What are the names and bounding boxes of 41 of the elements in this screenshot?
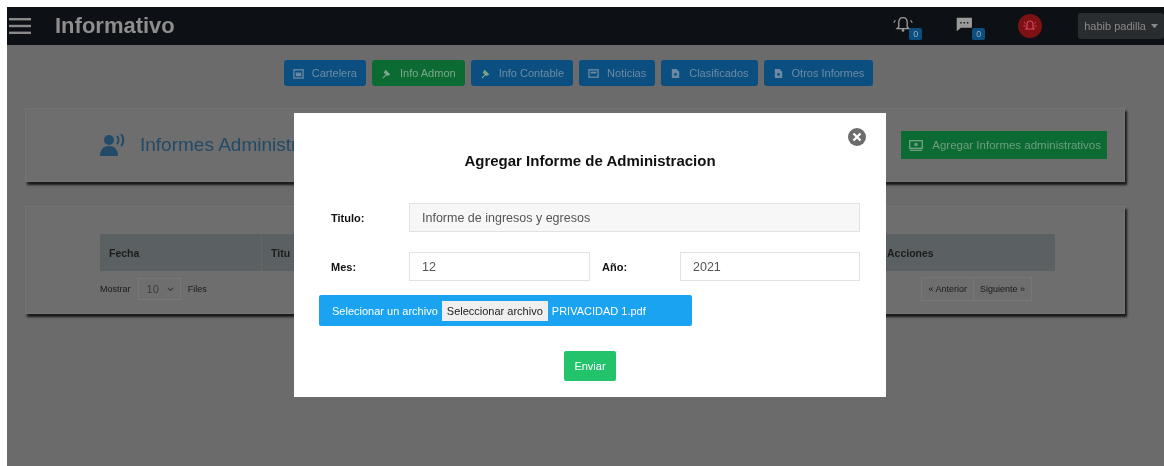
document-icon — [670, 67, 682, 79]
field-label: Titulo: — [331, 211, 366, 224]
input-field[interactable]: Informe de ingresos y egresos — [409, 203, 860, 232]
field-label: Mes: — [331, 260, 358, 273]
notification-badge: 0 — [909, 28, 923, 40]
alarm-button[interactable] — [1018, 14, 1043, 38]
modal-title: Agregar Informe de Administracion — [463, 152, 717, 170]
length-suffix: Files — [187, 284, 207, 294]
choose-file-button[interactable]: Seleccionar archivo — [441, 300, 548, 321]
nav-tab[interactable]: Info Admon — [372, 60, 465, 86]
add-report-button[interactable]: Agregar Informes administrativos — [901, 131, 1107, 159]
caret-icon — [1151, 23, 1158, 29]
input-field[interactable]: 2021 — [680, 252, 860, 281]
speaker-person-icon — [100, 134, 126, 156]
nav-tab[interactable]: Info Contable — [470, 60, 574, 86]
money-icon — [909, 139, 924, 151]
menu-icon[interactable] — [9, 18, 31, 34]
nav-tab[interactable]: Otros Informes — [763, 60, 874, 86]
nav-tab[interactable]: Cartelera — [283, 60, 366, 86]
length-label: Mostrar — [100, 284, 131, 294]
calendar-icon — [292, 67, 304, 79]
pagination-link[interactable]: « Anterior — [922, 278, 973, 300]
input-field[interactable]: 12 — [409, 252, 590, 281]
message-badge: 0 — [972, 28, 986, 40]
nav-tab[interactable]: Noticias — [579, 60, 656, 86]
column-header: Fecha — [100, 234, 262, 271]
column-header: Titu — [270, 245, 292, 261]
user-menu[interactable]: habib padilla — [1078, 13, 1164, 39]
submit-button[interactable]: Enviar — [564, 351, 616, 381]
file-name: PRIVACIDAD 1.pdf — [551, 304, 646, 317]
column-header: Acciones — [886, 245, 935, 261]
field-label: Año: — [601, 260, 629, 273]
nav-tab[interactable]: Clasificados — [661, 60, 758, 86]
page-heading: Informes Administr — [140, 134, 298, 156]
pagination-link[interactable]: Siguiente » — [972, 278, 1031, 300]
newspaper-icon — [588, 67, 600, 79]
document-icon — [772, 67, 784, 79]
close-icon[interactable] — [848, 128, 866, 146]
file-label: Selecionar un archivo — [332, 304, 438, 317]
app-title: Informativo — [55, 13, 176, 39]
chevron-icon — [166, 286, 174, 292]
